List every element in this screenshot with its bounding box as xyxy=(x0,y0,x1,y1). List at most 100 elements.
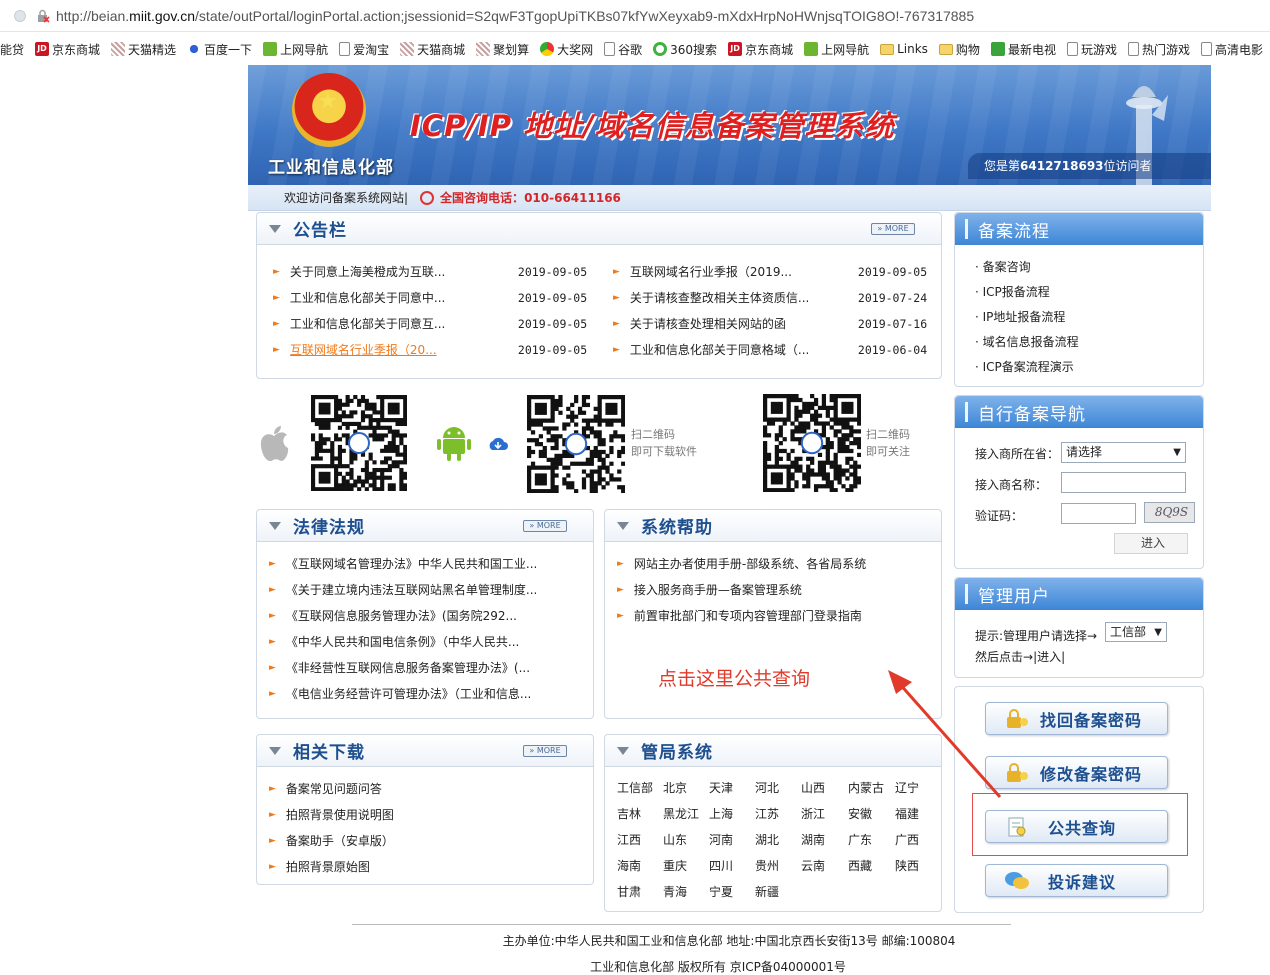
captcha-image[interactable]: 8Q9S xyxy=(1144,502,1195,523)
admin-select[interactable]: 工信部 ▼ xyxy=(1105,622,1167,642)
bookmark-item[interactable]: 购物 xyxy=(938,41,980,58)
notice-item[interactable]: ► 互联网域名行业季报（2019... 2019-09-05 xyxy=(613,263,927,280)
process-link[interactable]: 域名信息报备流程 xyxy=(983,335,1079,349)
bureau-link[interactable]: 广东 xyxy=(848,831,872,848)
admin-enter-link[interactable]: |进入| xyxy=(1033,650,1065,664)
laws-link[interactable]: 《互联网信息服务管理办法》(国务院292... xyxy=(286,607,517,624)
notice-title-link[interactable]: 互联网域名行业季报（20... xyxy=(290,341,518,358)
bureau-link[interactable]: 辽宁 xyxy=(895,779,919,796)
laws-link[interactable]: 《中华人民共和国电信条例》（中华人民共... xyxy=(286,633,519,650)
notice-item[interactable]: ► 关于请核查处理相关网站的函 2019-07-16 xyxy=(613,315,927,332)
bookmark-item[interactable]: 高清电影 xyxy=(1200,41,1263,58)
process-link[interactable]: ICP报备流程 xyxy=(983,285,1050,299)
process-item[interactable]: · ICP报备流程 xyxy=(975,283,1050,300)
bureau-link[interactable]: 江苏 xyxy=(755,805,779,822)
bookmark-item[interactable]: JD 京东商城 xyxy=(728,41,793,58)
captcha-input[interactable] xyxy=(1061,503,1136,524)
bookmark-item[interactable]: 上网导航 xyxy=(263,41,328,58)
downloads-item[interactable]: ► 备案常见问题问答 xyxy=(269,780,382,797)
downloads-more-button[interactable]: » MORE xyxy=(523,745,567,757)
notice-title-link[interactable]: 关于请核查处理相关网站的函 xyxy=(630,315,858,332)
laws-link[interactable]: 《互联网域名管理办法》中华人民共和国工业... xyxy=(286,555,537,572)
downloads-item[interactable]: ► 拍照背景使用说明图 xyxy=(269,806,394,823)
bookmark-item[interactable]: 玩游戏 xyxy=(1066,41,1117,58)
notice-title-link[interactable]: 工业和信息化部关于同意互... xyxy=(290,315,518,332)
laws-item[interactable]: ► 《互联网域名管理办法》中华人民共和国工业... xyxy=(269,555,537,572)
bureau-link[interactable]: 上海 xyxy=(709,805,733,822)
help-link[interactable]: 前置审批部门和专项内容管理部门登录指南 xyxy=(634,607,862,624)
bureau-link[interactable]: 宁夏 xyxy=(709,883,733,900)
province-select[interactable]: 请选择 ▼ xyxy=(1061,442,1186,463)
bureau-link[interactable]: 吉林 xyxy=(617,805,641,822)
bureau-link[interactable]: 浙江 xyxy=(801,805,825,822)
notice-title-link[interactable]: 工业和信息化部关于同意格域（... xyxy=(630,341,858,358)
downloads-link[interactable]: 备案常见问题问答 xyxy=(286,780,382,797)
bureau-link[interactable]: 四川 xyxy=(709,857,733,874)
notice-more-button[interactable]: » MORE xyxy=(871,223,915,235)
help-link[interactable]: 接入服务商手册—备案管理系统 xyxy=(634,581,802,598)
bookmark-item[interactable]: 谷歌 xyxy=(604,41,642,58)
laws-more-button[interactable]: » MORE xyxy=(523,520,567,532)
help-item[interactable]: ► 接入服务商手册—备案管理系统 xyxy=(617,581,802,598)
address-bar[interactable]: http://beian.miit.gov.cn/state/outPortal… xyxy=(0,0,1270,32)
bureau-link[interactable]: 河南 xyxy=(709,831,733,848)
url-text[interactable]: http://beian.miit.gov.cn/state/outPortal… xyxy=(56,8,974,24)
process-link[interactable]: IP地址报备流程 xyxy=(983,310,1066,324)
process-link[interactable]: 备案咨询 xyxy=(983,260,1031,274)
bookmark-item[interactable]: Links xyxy=(880,42,928,56)
notice-item[interactable]: ► 互联网域名行业季报（20... 2019-09-05 xyxy=(273,341,587,358)
laws-item[interactable]: ► 《非经营性互联网信息服务备案管理办法》(... xyxy=(269,659,530,676)
nav-enter-button[interactable]: 进入 xyxy=(1114,533,1188,554)
laws-item[interactable]: ► 《中华人民共和国电信条例》（中华人民共... xyxy=(269,633,519,650)
notice-item[interactable]: ► 关于同意上海美橙成为互联... 2019-09-05 xyxy=(273,263,587,280)
bureau-link[interactable]: 北京 xyxy=(663,779,687,796)
bookmark-item[interactable]: 能贷 xyxy=(0,41,24,58)
notice-title-link[interactable]: 工业和信息化部关于同意中... xyxy=(290,289,518,306)
laws-link[interactable]: 《非经营性互联网信息服务备案管理办法》(... xyxy=(286,659,530,676)
bureau-link[interactable]: 云南 xyxy=(801,857,825,874)
bureau-link[interactable]: 山东 xyxy=(663,831,687,848)
downloads-link[interactable]: 备案助手（安卓版） xyxy=(286,832,394,849)
bureau-link[interactable]: 湖北 xyxy=(755,831,779,848)
notice-title-link[interactable]: 关于请核查整改相关主体资质信... xyxy=(630,289,858,306)
bureau-link[interactable]: 新疆 xyxy=(755,883,779,900)
bureau-link[interactable]: 安徽 xyxy=(848,805,872,822)
bookmark-item[interactable]: 热门游戏 xyxy=(1127,41,1190,58)
notice-item[interactable]: ► 工业和信息化部关于同意中... 2019-09-05 xyxy=(273,289,587,306)
process-link[interactable]: ICP备案流程演示 xyxy=(983,360,1074,374)
bureau-link[interactable]: 山西 xyxy=(801,779,825,796)
laws-item[interactable]: ► 《互联网信息服务管理办法》(国务院292... xyxy=(269,607,517,624)
bookmark-item[interactable]: JD 京东商城 xyxy=(35,41,100,58)
bookmark-item[interactable]: 天猫商城 xyxy=(400,41,465,58)
bureau-link[interactable]: 内蒙古 xyxy=(848,779,884,796)
recover-password-button[interactable]: 找回备案密码 xyxy=(985,702,1168,735)
downloads-link[interactable]: 拍照背景使用说明图 xyxy=(286,806,394,823)
help-item[interactable]: ► 前置审批部门和专项内容管理部门登录指南 xyxy=(617,607,862,624)
bureau-link[interactable]: 海南 xyxy=(617,857,641,874)
bureau-link[interactable]: 福建 xyxy=(895,805,919,822)
process-item[interactable]: · 备案咨询 xyxy=(975,258,1031,275)
bureau-link[interactable]: 湖南 xyxy=(801,831,825,848)
downloads-link[interactable]: 拍照背景原始图 xyxy=(286,858,370,875)
bureau-link[interactable]: 青海 xyxy=(663,883,687,900)
bureau-link[interactable]: 甘肃 xyxy=(617,883,641,900)
bookmark-item[interactable]: 360搜索 xyxy=(653,41,717,58)
downloads-item[interactable]: ► 备案助手（安卓版） xyxy=(269,832,394,849)
notice-title-link[interactable]: 互联网域名行业季报（2019... xyxy=(630,263,858,280)
bookmark-item[interactable]: 大奖网 xyxy=(540,41,593,58)
bureau-link[interactable]: 重庆 xyxy=(663,857,687,874)
process-item[interactable]: · IP地址报备流程 xyxy=(975,308,1065,325)
bureau-link[interactable]: 工信部 xyxy=(617,779,653,796)
bureau-link[interactable]: 贵州 xyxy=(755,857,779,874)
bureau-link[interactable]: 黑龙江 xyxy=(663,805,699,822)
bureau-link[interactable]: 天津 xyxy=(709,779,733,796)
bookmark-item[interactable]: 上网导航 xyxy=(804,41,869,58)
bookmark-item[interactable]: 最新电视 xyxy=(990,41,1056,58)
process-item[interactable]: · ICP备案流程演示 xyxy=(975,358,1074,375)
laws-item[interactable]: ► 《电信业务经营许可管理办法》（工业和信息... xyxy=(269,685,531,702)
bookmark-item[interactable]: 爱淘宝 xyxy=(339,41,389,58)
bookmark-item[interactable]: 聚划算 xyxy=(476,41,529,58)
process-item[interactable]: · 域名信息报备流程 xyxy=(975,333,1079,350)
bookmark-item[interactable]: 天猫精选 xyxy=(111,41,176,58)
notice-item[interactable]: ► 关于请核查整改相关主体资质信... 2019-07-24 xyxy=(613,289,927,306)
